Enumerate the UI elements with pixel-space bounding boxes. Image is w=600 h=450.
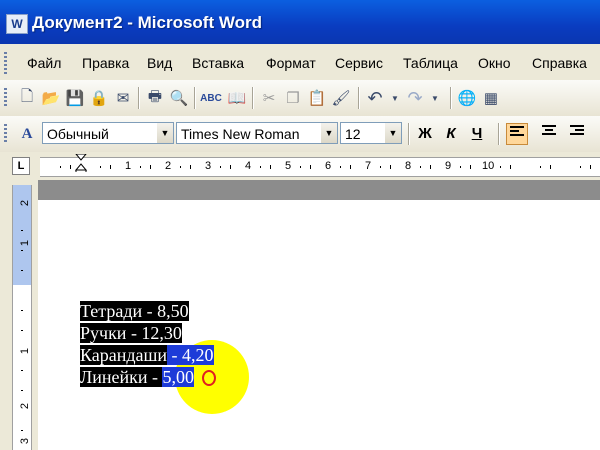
bold-button[interactable]: Ж	[414, 123, 436, 145]
align-right-icon	[570, 125, 584, 135]
horizontal-ruler[interactable]: L 1 2 3 4 5 6 7 8 9 10	[0, 152, 600, 180]
style-value: Обычный	[47, 126, 109, 142]
undo-dropdown-icon[interactable]: ▼	[384, 87, 406, 109]
toolbar-separator	[408, 123, 410, 145]
ruler-number: 2	[165, 160, 172, 172]
format-painter-icon[interactable]: 🖌	[330, 87, 352, 109]
print-preview-icon[interactable]: 🔍	[168, 87, 190, 109]
menu-table[interactable]: Таблица	[403, 55, 458, 71]
ruler-number: 9	[445, 160, 452, 172]
align-center-icon	[542, 125, 556, 135]
selected-text-highlighted[interactable]: 5,00	[162, 367, 194, 387]
ruler-strip[interactable]: 1 2 3 4 5 6 7 8 9 10	[40, 154, 600, 177]
ruler-number: 8	[405, 160, 412, 172]
toolbar-separator	[194, 87, 196, 109]
align-right-button[interactable]	[566, 123, 588, 145]
email-icon[interactable]: ✉	[112, 87, 134, 109]
vertical-ruler-number: 2	[19, 199, 32, 207]
toolbar-grip[interactable]	[4, 124, 7, 144]
hyperlink-icon[interactable]: 🌐	[456, 87, 478, 109]
selected-text[interactable]: Линейки -	[80, 367, 163, 387]
tab-selector[interactable]: L	[12, 157, 30, 175]
mouse-cursor-icon	[202, 370, 216, 386]
font-size-value: 12	[345, 126, 361, 142]
toolbar-separator	[138, 87, 140, 109]
font-value: Times New Roman	[181, 126, 300, 142]
menu-edit[interactable]: Правка	[82, 55, 129, 71]
align-left-icon	[510, 126, 524, 136]
copy-icon[interactable]: ❐	[282, 87, 304, 109]
align-left-button[interactable]	[506, 123, 528, 145]
paste-icon[interactable]: 📋	[306, 87, 328, 109]
menu-window[interactable]: Окно	[478, 55, 511, 71]
redo-icon[interactable]: ↷	[404, 87, 426, 109]
selected-text[interactable]: Ручки - 12,30	[80, 323, 182, 343]
redo-dropdown-icon[interactable]: ▼	[424, 87, 446, 109]
menu-grip[interactable]	[4, 52, 7, 76]
chevron-down-icon[interactable]: ▼	[157, 123, 173, 143]
vertical-ruler-ticks	[21, 230, 23, 431]
window-title: Документ2 - Microsoft Word	[32, 13, 262, 32]
document-line[interactable]: Линейки - 5,00	[80, 366, 194, 388]
title-bar[interactable]: W Документ2 - Microsoft Word	[0, 0, 600, 44]
selected-text[interactable]: Тетради - 8,50	[80, 301, 189, 321]
indent-marker[interactable]	[75, 154, 87, 172]
font-size-combo[interactable]: 12 ▼	[340, 122, 402, 144]
vertical-ruler[interactable]: 2 1 1 2 3	[6, 185, 32, 450]
vertical-ruler-number: 1	[19, 347, 32, 355]
tables-borders-icon[interactable]: ▦	[480, 87, 502, 109]
research-icon[interactable]: 📖	[226, 87, 248, 109]
ruler-number: 1	[125, 160, 132, 172]
formatting-toolbar: A Обычный ▼ Times New Roman ▼ 12 ▼ Ж К Ч	[0, 116, 600, 153]
toolbar-separator	[450, 87, 452, 109]
ruler-number: 5	[285, 160, 292, 172]
ruler-number: 7	[365, 160, 372, 172]
vertical-ruler-number: 3	[19, 437, 32, 445]
menu-file[interactable]: Файл	[27, 55, 61, 71]
spelling-icon[interactable]: ABC	[200, 87, 222, 109]
underline-button[interactable]: Ч	[466, 123, 488, 145]
ruler-number: 10	[482, 160, 495, 172]
toolbar-separator	[358, 87, 360, 109]
ruler-ticks	[60, 165, 591, 169]
ruler-number: 3	[205, 160, 212, 172]
save-icon[interactable]: 💾	[64, 87, 86, 109]
vertical-ruler-strip[interactable]: 2 1 1 2 3	[12, 185, 32, 450]
styles-formatting-icon[interactable]: A	[16, 123, 38, 145]
menu-help[interactable]: Справка	[532, 55, 587, 71]
vertical-ruler-number: 1	[19, 239, 32, 247]
align-center-button[interactable]	[538, 123, 560, 145]
menu-format[interactable]: Формат	[266, 55, 316, 71]
print-icon[interactable]: 🖶	[144, 87, 166, 109]
word-doc-icon[interactable]: W	[6, 14, 28, 34]
chevron-down-icon[interactable]: ▼	[385, 123, 401, 143]
vertical-ruler-number: 2	[19, 402, 32, 410]
ruler-number: 4	[245, 160, 252, 172]
menu-bar: Файл Правка Вид Вставка Формат Сервис Та…	[0, 44, 600, 85]
toolbar-separator	[498, 123, 500, 145]
chevron-down-icon[interactable]: ▼	[321, 123, 337, 143]
menu-tools[interactable]: Сервис	[335, 55, 383, 71]
new-icon[interactable]: 🗋	[16, 87, 38, 109]
document-line[interactable]: Карандаши - 4,20	[80, 344, 214, 366]
menu-insert[interactable]: Вставка	[192, 55, 244, 71]
standard-toolbar: 🗋 📂 💾 🔒 ✉ 🖶 🔍 ABC 📖 ✂ ❐ 📋 🖌 ↶ ▼ ↷ ▼ 🌐 ▦	[0, 80, 600, 117]
cut-icon[interactable]: ✂	[258, 87, 280, 109]
document-line[interactable]: Ручки - 12,30	[80, 322, 182, 344]
selected-text[interactable]: Карандаши	[80, 345, 168, 365]
style-combo[interactable]: Обычный ▼	[42, 122, 174, 144]
font-combo[interactable]: Times New Roman ▼	[176, 122, 338, 144]
selected-text-highlighted[interactable]: - 4,20	[167, 345, 214, 365]
permission-icon[interactable]: 🔒	[88, 87, 110, 109]
ruler-number: 6	[325, 160, 332, 172]
menu-view[interactable]: Вид	[147, 55, 172, 71]
document-line[interactable]: Тетради - 8,50	[80, 300, 189, 322]
italic-button[interactable]: К	[440, 123, 462, 145]
undo-icon[interactable]: ↶	[364, 87, 386, 109]
open-icon[interactable]: 📂	[40, 87, 62, 109]
toolbar-grip[interactable]	[4, 88, 7, 108]
toolbar-separator	[252, 87, 254, 109]
